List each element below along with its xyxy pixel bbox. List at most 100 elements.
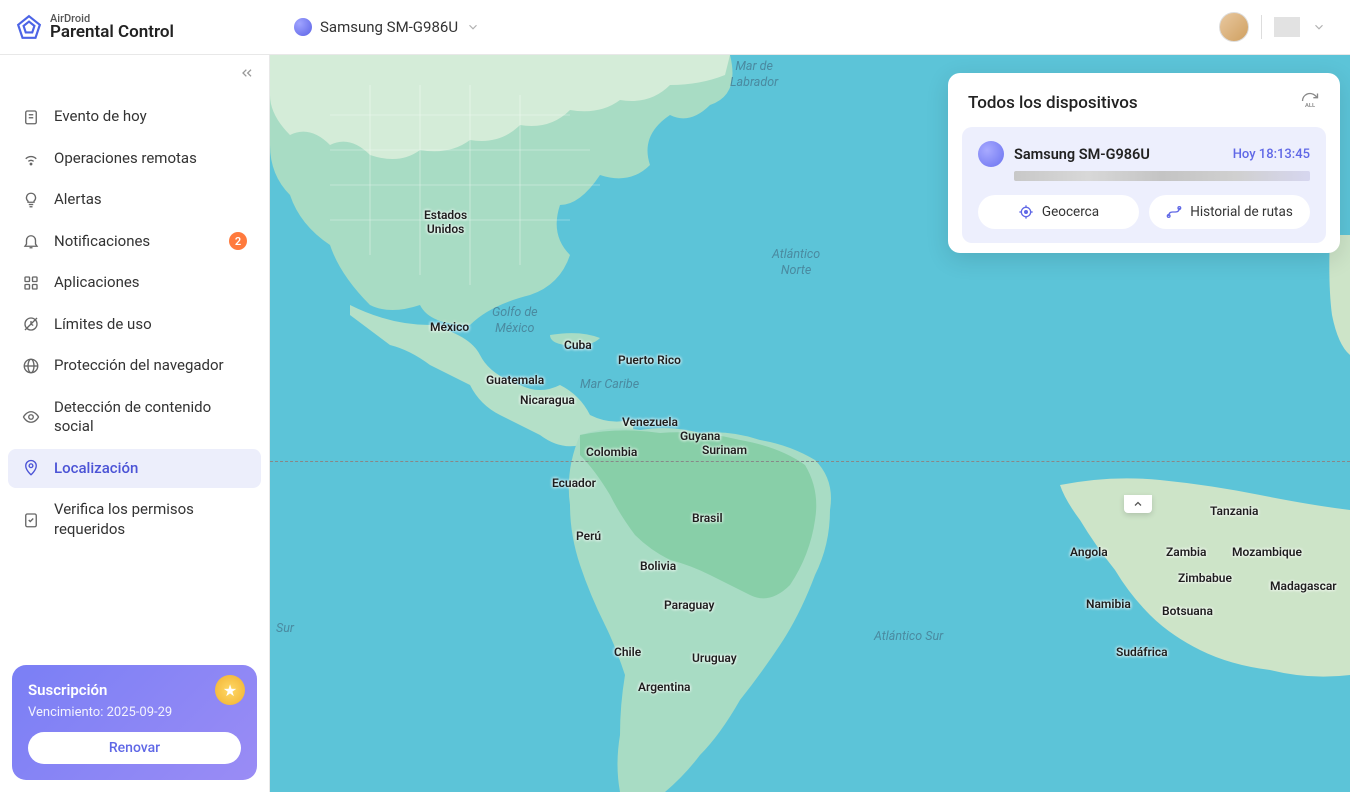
globe-icon: [22, 357, 40, 375]
device-timestamp: Hoy 18:13:45: [1233, 147, 1310, 162]
notifications-badge: 2: [229, 232, 247, 250]
nav-label: Verifica los permisos requeridos: [54, 500, 247, 539]
sidebar-item-proteccion[interactable]: Protección del navegador: [8, 346, 261, 386]
device-selector[interactable]: Samsung SM-G986U: [294, 18, 480, 36]
ocean-label: Atlántico Sur: [874, 629, 943, 645]
country-label: Argentina: [638, 680, 691, 694]
user-menu-placeholder[interactable]: [1274, 17, 1300, 37]
geofence-label: Geocerca: [1042, 204, 1099, 220]
clipboard-icon: [22, 108, 40, 126]
country-label: Cuba: [564, 338, 592, 352]
country-label: Colombia: [586, 445, 637, 459]
device-address-redacted: [1014, 171, 1310, 181]
device-avatar-icon: [978, 141, 1004, 167]
nav-label: Límites de uso: [54, 315, 247, 335]
collapse-panel-button[interactable]: [1124, 495, 1152, 513]
app-header: AirDroid Parental Control Samsung SM-G98…: [0, 0, 1350, 55]
device-status-icon: [294, 18, 312, 36]
eye-icon: [22, 408, 40, 426]
bell-icon: [22, 232, 40, 250]
ocean-label: Mar Caribe: [580, 377, 639, 393]
country-label: Mozambique: [1232, 545, 1302, 559]
clock-limit-icon: [22, 315, 40, 333]
nav-list: Evento de hoy Operaciones remotas Alerta…: [0, 55, 269, 557]
map[interactable]: Mar de Labrador Atlántico Norte Golfo de…: [270, 55, 1350, 792]
ocean-label: Golfo de México: [492, 305, 538, 338]
country-label: Botsuana: [1162, 604, 1213, 618]
nav-label: Alertas: [54, 190, 247, 210]
grid-icon: [22, 274, 40, 292]
subscription-title: Suscripción: [28, 681, 241, 699]
sidebar-item-alertas[interactable]: Alertas: [8, 180, 261, 220]
sidebar-item-localizacion[interactable]: Localización: [8, 449, 261, 489]
logo[interactable]: AirDroid Parental Control: [16, 13, 270, 41]
device-name: Samsung SM-G986U: [1014, 146, 1223, 163]
country-label: Madagascar: [1270, 579, 1337, 593]
route-history-button[interactable]: Historial de rutas: [1149, 195, 1310, 229]
airdroid-logo-icon: [16, 14, 42, 40]
sidebar-item-operaciones[interactable]: Operaciones remotas: [8, 139, 261, 179]
country-label: Zambia: [1166, 545, 1206, 559]
renew-button[interactable]: Renovar: [28, 732, 241, 764]
nav-label: Localización: [54, 459, 247, 479]
refresh-all-button[interactable]: ALL: [1300, 91, 1320, 115]
country-label: Venezuela: [622, 415, 678, 429]
country-label: Sudáfrica: [1116, 645, 1168, 659]
device-card[interactable]: Samsung SM-G986U Hoy 18:13:45 Geocerca H…: [962, 127, 1326, 243]
sidebar-item-evento[interactable]: Evento de hoy: [8, 97, 261, 137]
ocean-label: Atlántico Norte: [772, 247, 820, 280]
subscription-card: ★ Suscripción Vencimiento: 2025-09-29 Re…: [12, 665, 257, 780]
divider: [1261, 15, 1262, 39]
subscription-expiry: Vencimiento: 2025-09-29: [28, 705, 241, 720]
nav-label: Operaciones remotas: [54, 149, 247, 169]
nav-label: Detección de contenido social: [54, 398, 247, 437]
sidebar-item-verifica[interactable]: Verifica los permisos requeridos: [8, 490, 261, 549]
country-label: Uruguay: [692, 651, 737, 665]
avatar[interactable]: [1219, 12, 1249, 42]
country-label: Paraguay: [664, 598, 714, 612]
chevron-down-icon[interactable]: [1312, 20, 1326, 34]
route-history-label: Historial de rutas: [1190, 204, 1293, 220]
country-label: Namibia: [1086, 597, 1131, 611]
sidebar-item-limites[interactable]: Límites de uso: [8, 305, 261, 345]
sidebar-item-deteccion[interactable]: Detección de contenido social: [8, 388, 261, 447]
country-label: Guyana: [680, 429, 720, 443]
country-label: México: [430, 320, 469, 334]
devices-panel: Todos los dispositivos ALL Samsung SM-G9…: [948, 73, 1340, 253]
ocean-label: Mar de Labrador: [730, 59, 778, 92]
nav-label: Protección del navegador: [54, 356, 247, 376]
country-label: Tanzania: [1210, 504, 1258, 518]
country-label: Ecuador: [552, 476, 596, 490]
selected-device-name: Samsung SM-G986U: [320, 18, 458, 36]
header-user-area: [1219, 12, 1334, 42]
chevron-down-icon: [466, 20, 480, 34]
country-label: Estados Unidos: [424, 208, 467, 236]
checklist-icon: [22, 511, 40, 529]
country-label: Bolivia: [640, 559, 676, 573]
target-icon: [1018, 204, 1034, 220]
country-label: Brasil: [692, 511, 723, 525]
location-icon: [22, 459, 40, 477]
lightbulb-icon: [22, 191, 40, 209]
country-label: Perú: [576, 529, 601, 543]
geofence-button[interactable]: Geocerca: [978, 195, 1139, 229]
svg-text:ALL: ALL: [1305, 103, 1316, 109]
star-icon: ★: [215, 675, 245, 705]
nav-label: Aplicaciones: [54, 273, 247, 293]
country-label: Puerto Rico: [618, 353, 681, 367]
equator-line: [270, 461, 1350, 462]
country-label: Nicaragua: [520, 393, 575, 407]
sidebar: Evento de hoy Operaciones remotas Alerta…: [0, 55, 270, 792]
country-label: Surinam: [702, 443, 747, 457]
wifi-icon: [22, 149, 40, 167]
country-label: Chile: [614, 645, 641, 659]
ocean-label: Sur: [276, 621, 294, 637]
collapse-sidebar-button[interactable]: [239, 65, 255, 85]
nav-label: Notificaciones: [54, 232, 215, 252]
devices-panel-title: Todos los dispositivos: [968, 93, 1138, 113]
product-text: Parental Control: [50, 24, 174, 41]
sidebar-item-aplicaciones[interactable]: Aplicaciones: [8, 263, 261, 303]
route-icon: [1166, 204, 1182, 220]
country-label: Zimbabue: [1178, 571, 1232, 585]
sidebar-item-notificaciones[interactable]: Notificaciones 2: [8, 222, 261, 262]
